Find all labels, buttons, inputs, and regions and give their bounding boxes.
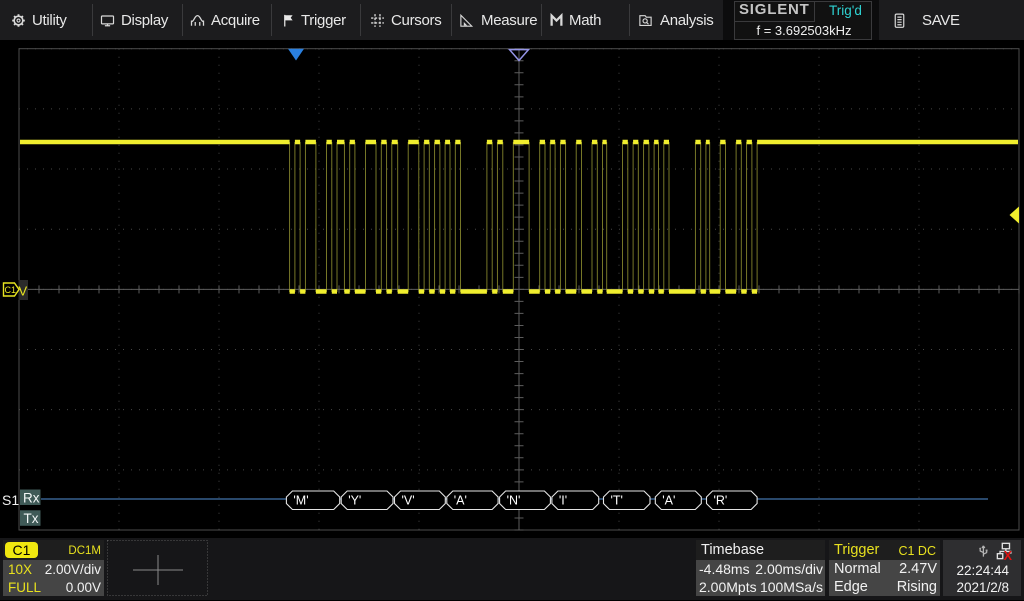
svg-text:'I': 'I'	[559, 494, 567, 508]
svg-text:C1: C1	[5, 285, 17, 295]
svg-text:Tx: Tx	[24, 511, 39, 526]
svg-text:Rx: Rx	[23, 491, 40, 506]
svg-text:'Y': 'Y'	[348, 494, 361, 508]
svg-text:S1: S1	[2, 492, 19, 508]
svg-text:'T': 'T'	[611, 494, 623, 508]
svg-text:V: V	[19, 284, 28, 299]
svg-text:'N': 'N'	[507, 494, 521, 508]
svg-text:'M': 'M'	[293, 494, 308, 508]
svg-text:'A': 'A'	[454, 494, 467, 508]
svg-text:'R': 'R'	[714, 494, 728, 508]
svg-text:X: X	[1004, 549, 1013, 560]
svg-text:'A': 'A'	[662, 494, 675, 508]
svg-text:'V': 'V'	[402, 494, 415, 508]
